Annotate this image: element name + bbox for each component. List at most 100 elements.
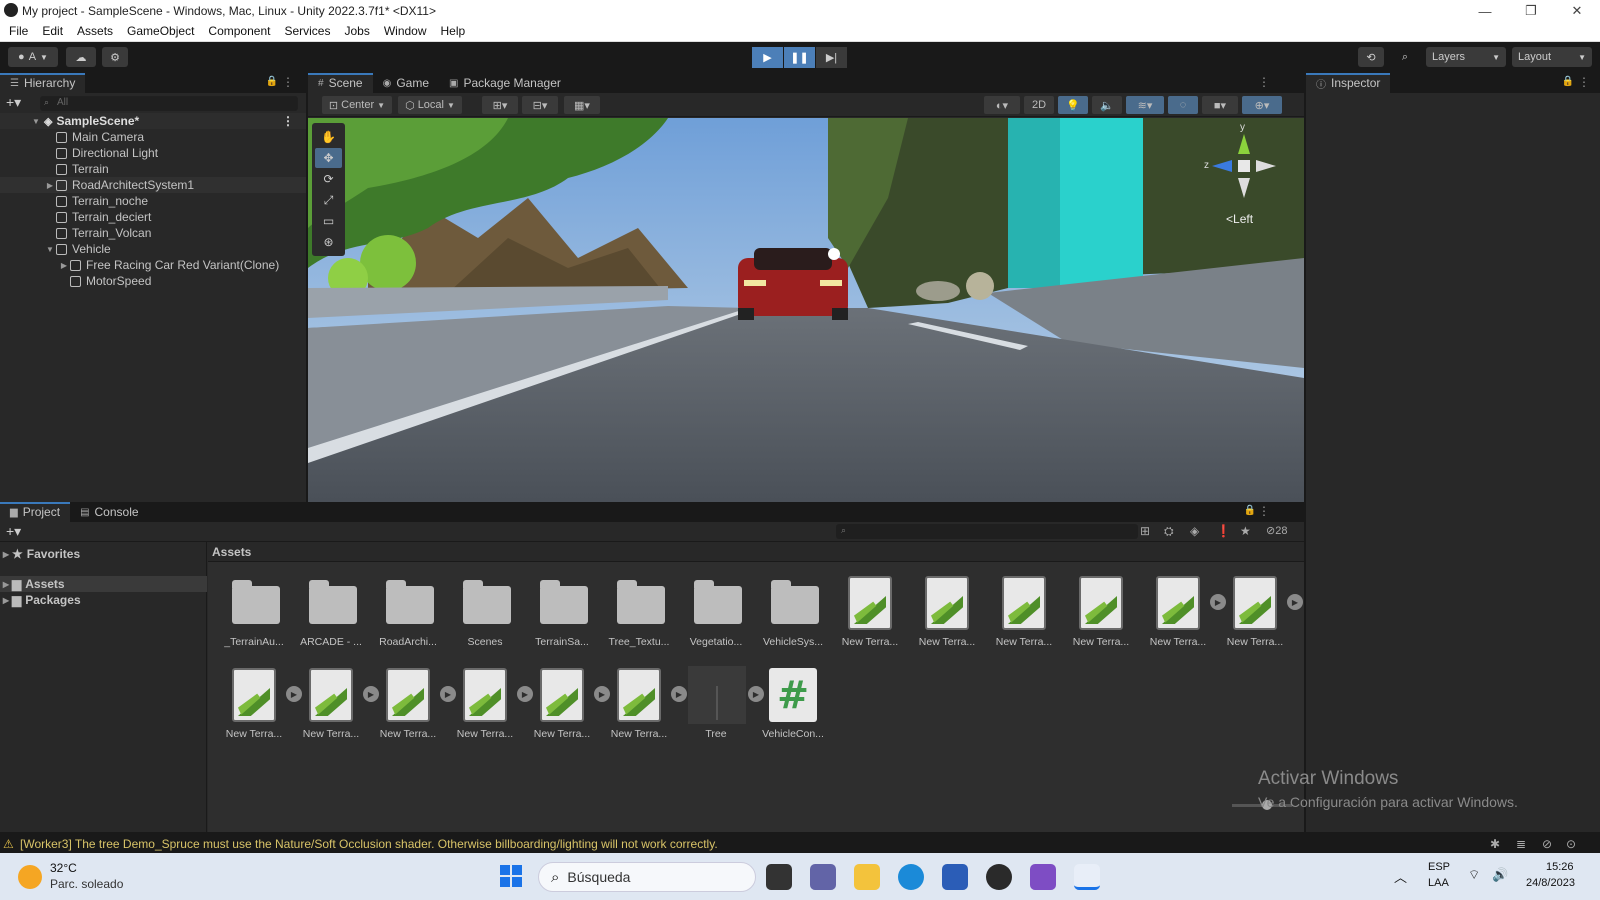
search-button[interactable]: ⌕ bbox=[1392, 47, 1418, 67]
minimize-button[interactable]: — bbox=[1462, 0, 1508, 22]
create-asset-button[interactable]: +▾ bbox=[6, 523, 21, 540]
play-button[interactable]: ▶ bbox=[752, 47, 783, 68]
hierarchy-item[interactable]: Terrain_deciert bbox=[0, 209, 306, 225]
menu-gameobject[interactable]: GameObject bbox=[120, 22, 201, 41]
log-types-icon[interactable]: ❗ bbox=[1216, 524, 1231, 538]
grid-snapping-button[interactable]: ⊞▾ bbox=[482, 96, 518, 114]
project-search-input[interactable]: ⌕ bbox=[836, 524, 1138, 539]
collab-status-icon[interactable]: ⊙ bbox=[1566, 837, 1576, 851]
cloud-button[interactable]: ☁ bbox=[66, 47, 96, 67]
expand-arrow-icon[interactable]: ▼ bbox=[30, 117, 42, 126]
asset-item[interactable]: _TerrainAu... bbox=[218, 574, 290, 648]
volume-icon[interactable]: 🔊 bbox=[1492, 867, 1508, 883]
move-tool-icon[interactable]: ✥ bbox=[315, 148, 342, 168]
tree-item-packages[interactable]: ▶ ▆ Packages bbox=[0, 592, 207, 608]
clock-date[interactable]: 24/8/2023 bbox=[1526, 877, 1575, 889]
asset-item[interactable]: New Terra... bbox=[911, 574, 983, 648]
asset-item[interactable]: New Terra... bbox=[988, 574, 1060, 648]
debug-icon[interactable]: ✱ bbox=[1490, 837, 1500, 851]
menu-edit[interactable]: Edit bbox=[35, 22, 70, 41]
add-object-button[interactable]: +▾ bbox=[6, 94, 21, 111]
lock-icon[interactable]: 🔒 bbox=[266, 76, 278, 87]
camera-settings-button[interactable]: ■▾ bbox=[1202, 96, 1238, 114]
snipping-tool-icon[interactable] bbox=[1074, 864, 1100, 890]
hierarchy-item[interactable]: Terrain_noche bbox=[0, 193, 306, 209]
history-button[interactable]: ⟲ bbox=[1358, 47, 1384, 67]
asset-item[interactable]: ▶ New Terra... bbox=[1142, 574, 1226, 648]
orientation-gizmo[interactable]: y z <Left bbox=[1204, 122, 1284, 226]
hierarchy-scene-row[interactable]: ▼ ◈ SampleScene* ⋮ bbox=[0, 113, 306, 129]
asset-item[interactable]: ▶ New Terra... bbox=[1219, 574, 1303, 648]
asset-item[interactable]: Scenes bbox=[449, 574, 521, 648]
asset-item[interactable]: VehicleSys... bbox=[757, 574, 829, 648]
keyboard-layout[interactable]: LAA bbox=[1428, 877, 1449, 889]
asset-item[interactable]: ▶ New Terra... bbox=[295, 666, 379, 740]
asset-item[interactable]: ARCADE - ... bbox=[295, 574, 367, 648]
tab-project[interactable]: ▆ Project bbox=[0, 502, 71, 522]
scene-visibility-button[interactable]: ◌ bbox=[1168, 96, 1198, 114]
weather-temp[interactable]: 32°C bbox=[50, 861, 77, 875]
lock-icon[interactable]: 🔒 bbox=[1562, 76, 1574, 87]
effects-toggle-button[interactable]: ≋▾ bbox=[1126, 96, 1164, 114]
hierarchy-item[interactable]: Directional Light bbox=[0, 145, 306, 161]
taskbar-search-input[interactable]: ⌕ Búsqueda bbox=[538, 862, 756, 892]
maximize-button[interactable]: ❐ bbox=[1508, 0, 1554, 22]
asset-item[interactable]: ▶ New Terra... bbox=[218, 666, 302, 740]
hierarchy-item[interactable]: ▶ Free Racing Car Red Variant(Clone) bbox=[0, 257, 306, 273]
language-code[interactable]: ESP bbox=[1428, 861, 1450, 873]
hierarchy-search-input[interactable]: All bbox=[40, 96, 298, 111]
start-menu-icon[interactable] bbox=[500, 865, 522, 887]
shading-mode-button[interactable]: ◐▾ bbox=[984, 96, 1020, 114]
tab-inspector[interactable]: ⓘ Inspector bbox=[1306, 73, 1391, 93]
menu-help[interactable]: Help bbox=[434, 22, 473, 41]
visual-studio-icon[interactable] bbox=[1030, 864, 1056, 890]
expand-arrow-icon[interactable]: ▼ bbox=[44, 245, 56, 254]
unity-hub-icon[interactable] bbox=[986, 864, 1012, 890]
pivot-dropdown[interactable]: ⊡ Center ▼ bbox=[322, 96, 392, 114]
tab-game[interactable]: ◉ Game bbox=[373, 73, 439, 93]
cache-server-icon[interactable]: ≣ bbox=[1516, 837, 1526, 851]
more-options-icon[interactable]: ⋮ bbox=[1578, 75, 1590, 89]
search-by-type-icon[interactable]: ⊞ bbox=[1140, 524, 1150, 538]
rotate-tool-icon[interactable]: ⟳ bbox=[315, 169, 342, 189]
menu-jobs[interactable]: Jobs bbox=[337, 22, 376, 41]
favorite-star-icon[interactable]: ★ bbox=[1240, 524, 1251, 538]
hierarchy-item[interactable]: Terrain_Volcan bbox=[0, 225, 306, 241]
asset-item[interactable]: ▶ New Terra... bbox=[603, 666, 687, 740]
rect-tool-icon[interactable]: ▭ bbox=[315, 211, 342, 231]
chevron-up-icon[interactable]: ︿ bbox=[1394, 867, 1407, 886]
layout-dropdown[interactable]: Layout ▼ bbox=[1512, 47, 1592, 67]
expand-subassets-icon[interactable]: ▶ bbox=[1287, 594, 1303, 610]
asset-item[interactable]: Vegetatio... bbox=[680, 574, 752, 648]
tab-package-manager[interactable]: ▣ Package Manager bbox=[439, 73, 571, 93]
more-options-icon[interactable]: ⋮ bbox=[1258, 75, 1270, 89]
asset-item[interactable]: ▶ New Terra... bbox=[372, 666, 456, 740]
expand-arrow-icon[interactable]: ▶ bbox=[0, 596, 12, 605]
hierarchy-item[interactable]: Main Camera bbox=[0, 129, 306, 145]
weather-icon[interactable] bbox=[18, 865, 42, 889]
more-options-icon[interactable]: ⋮ bbox=[1258, 504, 1270, 518]
filter-type-icon[interactable]: ⛭ bbox=[1164, 524, 1174, 539]
scene-viewport[interactable]: ✋ ✥ ⟳ ⤢ ▭ ⊛ y z <Left bbox=[308, 118, 1304, 502]
microsoft-store-icon[interactable] bbox=[942, 864, 968, 890]
expand-arrow-icon[interactable]: ▶ bbox=[0, 550, 12, 559]
hierarchy-item[interactable]: ▶ RoadArchitectSystem1 bbox=[0, 177, 306, 193]
tab-hierarchy[interactable]: ☰ Hierarchy bbox=[0, 73, 86, 93]
asset-item[interactable]: ▶ New Terra... bbox=[449, 666, 533, 740]
file-explorer-icon[interactable] bbox=[854, 864, 880, 890]
collab-button[interactable]: ⚙ bbox=[102, 47, 128, 67]
menu-assets[interactable]: Assets bbox=[70, 22, 120, 41]
more-options-icon[interactable]: ⋮ bbox=[282, 75, 294, 89]
asset-item[interactable]: # VehicleCon... bbox=[757, 666, 829, 740]
hidden-packages-toggle[interactable]: ⊘28 bbox=[1266, 524, 1287, 537]
increment-snap-button[interactable]: ⊟▾ bbox=[522, 96, 558, 114]
auto-generate-lighting-icon[interactable]: ⊘ bbox=[1542, 837, 1552, 851]
status-bar[interactable]: ⚠ [Worker3] The tree Demo_Spruce must us… bbox=[0, 835, 1600, 853]
hierarchy-item[interactable]: ▼ Vehicle bbox=[0, 241, 306, 257]
menu-file[interactable]: File bbox=[2, 22, 35, 41]
scale-tool-icon[interactable]: ⤢ bbox=[315, 190, 342, 210]
step-button[interactable]: ▶| bbox=[816, 47, 847, 68]
hierarchy-item[interactable]: MotorSpeed bbox=[0, 273, 306, 289]
tree-item-assets[interactable]: ▶ ▆ Assets bbox=[0, 576, 207, 592]
lighting-toggle-button[interactable]: 💡 bbox=[1058, 96, 1088, 114]
